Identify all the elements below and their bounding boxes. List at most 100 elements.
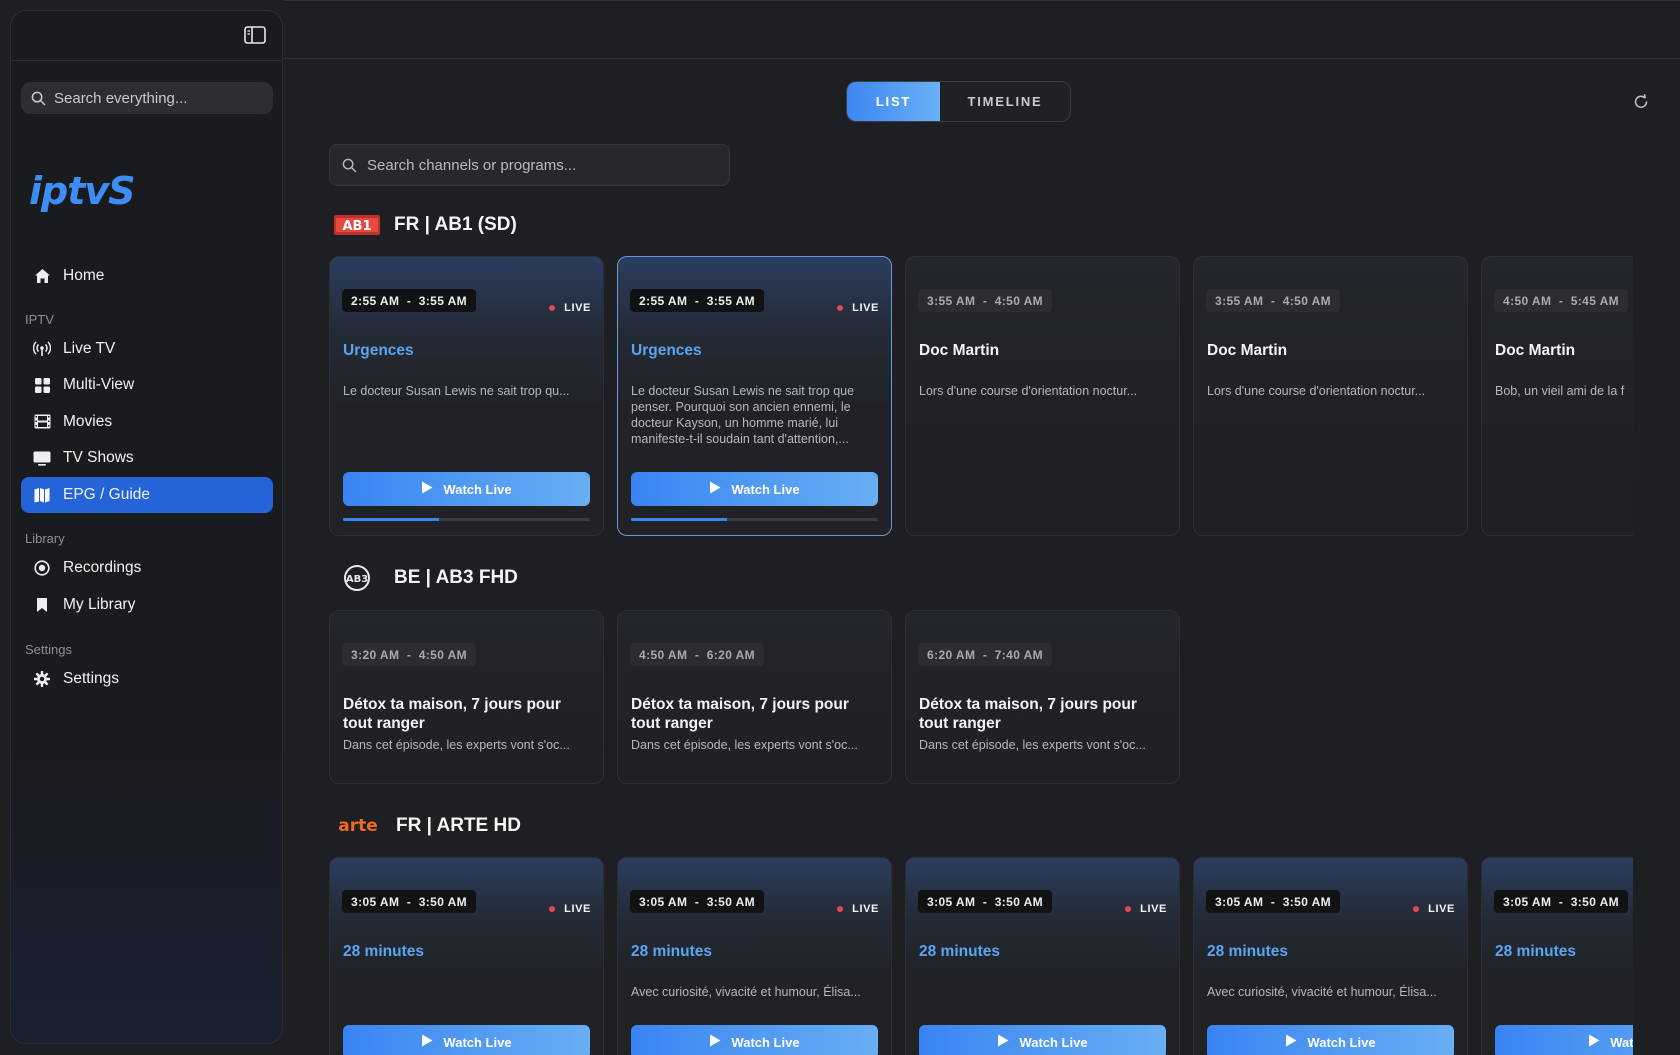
sidebar-item-movies[interactable]: Movies (21, 404, 273, 440)
time-badge: 3:05 AM - 3:50 AM (342, 890, 477, 913)
channel-logo-ab1: AB1 (334, 211, 380, 239)
watch-live-button[interactable]: Watch Live (631, 1025, 878, 1055)
program-card[interactable]: 2:55 AM - 3:55 AM LIVE Urgences Le docte… (329, 256, 604, 536)
channel-logo-ab3: AB3 (334, 564, 380, 592)
broadcast-icon (33, 340, 51, 358)
live-dot-icon (549, 906, 556, 912)
program-search-input[interactable] (367, 156, 707, 174)
watch-live-button[interactable]: Watch (1495, 1025, 1633, 1055)
channel-name: BE | AB3 FHD (394, 567, 518, 588)
sidebar-item-label: TV Shows (63, 449, 134, 466)
sidebar-item-label: Home (63, 267, 105, 284)
channel-name: FR | AB1 (SD) (394, 214, 517, 235)
list-view-button[interactable]: LIST (847, 82, 940, 121)
time-badge: 3:05 AM - 3:50 AM (1494, 890, 1629, 913)
search-icon (342, 158, 357, 172)
program-title: Détox ta maison, 7 jours pour tout range… (343, 696, 561, 732)
program-description: Le docteur Susan Lewis ne sait trop que … (631, 384, 855, 446)
play-icon (1285, 1034, 1297, 1050)
program-search-field[interactable] (329, 144, 730, 186)
watch-live-button[interactable]: Watch Live (1207, 1025, 1454, 1055)
program-card[interactable]: 3:20 AM - 4:50 AM Détox ta maison, 7 jou… (329, 610, 604, 784)
channel-logo-text: arte (338, 816, 378, 836)
program-row: 3:05 AM - 3:50 AM LIVE 28 minutes Watch … (329, 857, 1633, 1055)
sidebar-item-label: Multi-View (63, 376, 135, 393)
sidebar-item-live-tv[interactable]: Live TV (21, 331, 273, 367)
progress-fill (343, 518, 440, 521)
view-toggle: LIST TIMELINE (846, 81, 1071, 122)
sidebar-item-my-library[interactable]: My Library (21, 587, 273, 623)
sidebar-toggle-icon (244, 26, 266, 44)
program-title: Doc Martin (1495, 342, 1576, 359)
live-label: LIVE (1140, 903, 1167, 915)
program-description: Avec curiosité, vivacité et humour, Élis… (631, 985, 861, 999)
program-card[interactable]: 4:50 AM - 6:20 AM Détox ta maison, 7 jou… (617, 610, 892, 784)
sidebar-item-settings[interactable]: Settings (21, 661, 273, 697)
film-icon (33, 413, 51, 431)
sidebar-header (11, 11, 282, 61)
program-card[interactable]: 4:50 AM - 5:45 AM Doc Martin Bob, un vie… (1481, 256, 1633, 536)
home-icon (33, 267, 51, 285)
program-title: Détox ta maison, 7 jours pour tout range… (631, 696, 849, 732)
program-description: Bob, un vieil ami de la f (1495, 384, 1625, 398)
live-badge: LIVE (1413, 903, 1455, 915)
time-badge: 3:05 AM - 3:50 AM (1206, 890, 1341, 913)
watch-live-button[interactable]: Watch Live (343, 472, 590, 506)
progress-bar (343, 518, 590, 521)
program-card[interactable]: 3:55 AM - 4:50 AM Doc Martin Lors d'une … (905, 256, 1180, 536)
bookmark-icon (33, 596, 51, 614)
sidebar-toggle-button[interactable] (242, 22, 268, 48)
live-label: LIVE (564, 903, 591, 915)
time-badge: 4:50 AM - 5:45 AM (1494, 289, 1629, 312)
nav-section-library: Library (25, 531, 65, 546)
global-search-field[interactable] (21, 82, 273, 114)
watch-live-label: Watch Live (1019, 1034, 1088, 1050)
program-card[interactable]: 6:20 AM - 7:40 AM Détox ta maison, 7 jou… (905, 610, 1180, 784)
top-bar (283, 0, 1680, 59)
program-card[interactable]: 3:05 AM - 3:50 AM LIVE 28 minutes Avec c… (617, 857, 892, 1055)
sidebar: iptvS Home IPTV Live TV Multi-View Movie… (10, 10, 283, 1044)
sidebar-item-label: Live TV (63, 339, 116, 357)
sidebar-item-home[interactable]: Home (21, 258, 273, 294)
program-title: Doc Martin (919, 342, 1000, 359)
channel-name: FR | ARTE HD (396, 815, 521, 836)
nav-section-settings: Settings (25, 642, 72, 657)
live-badge: LIVE (549, 302, 591, 314)
timeline-view-button[interactable]: TIMELINE (940, 82, 1070, 121)
live-badge: LIVE (837, 903, 879, 915)
live-badge: LIVE (837, 302, 879, 314)
refresh-button[interactable] (1632, 93, 1652, 113)
program-card[interactable]: 3:05 AM - 3:50 AM LIVE 28 minutes Avec c… (1193, 857, 1468, 1055)
sidebar-item-tv-shows[interactable]: TV Shows (21, 440, 273, 476)
program-title: 28 minutes (1495, 943, 1576, 960)
program-title: Urgences (631, 342, 702, 359)
app-logo[interactable]: iptvS (29, 169, 136, 213)
program-title: 28 minutes (919, 943, 1000, 960)
watch-live-label: Watch Live (1307, 1034, 1376, 1050)
program-card[interactable]: 3:05 AM - 3:50 AM LIVE 28 minutes Watch … (905, 857, 1180, 1055)
program-description: Le docteur Susan Lewis ne sait trop qu..… (343, 384, 570, 398)
program-title: 28 minutes (631, 943, 712, 960)
program-card[interactable]: 3:55 AM - 4:50 AM Doc Martin Lors d'une … (1193, 256, 1468, 536)
live-dot-icon (837, 906, 844, 912)
program-description: Dans cet épisode, les experts vont s'oc.… (631, 738, 858, 752)
watch-live-label: Watch Live (731, 1034, 800, 1050)
play-icon (421, 1034, 433, 1050)
grid-icon (33, 376, 51, 394)
program-card[interactable]: 2:55 AM - 3:55 AM LIVE Urgences Le docte… (617, 256, 892, 536)
program-card[interactable]: 3:05 AM - 3:50 AM 28 minutes Watch (1481, 857, 1633, 1055)
watch-live-button[interactable]: Watch Live (919, 1025, 1166, 1055)
live-label: LIVE (564, 302, 591, 314)
watch-live-label: Watch Live (443, 481, 512, 497)
watch-live-button[interactable]: Watch Live (343, 1025, 590, 1055)
record-icon (33, 559, 51, 577)
time-badge: 3:05 AM - 3:50 AM (918, 890, 1053, 913)
program-card[interactable]: 3:05 AM - 3:50 AM LIVE 28 minutes Watch … (329, 857, 604, 1055)
global-search-input[interactable] (54, 89, 254, 107)
sidebar-item-multi-view[interactable]: Multi-View (21, 367, 273, 403)
watch-live-button[interactable]: Watch Live (631, 472, 878, 506)
sidebar-item-label: Movies (63, 412, 113, 430)
live-badge: LIVE (1125, 903, 1167, 915)
sidebar-item-recordings[interactable]: Recordings (21, 550, 273, 586)
sidebar-item-epg-guide[interactable]: EPG / Guide (21, 476, 273, 513)
